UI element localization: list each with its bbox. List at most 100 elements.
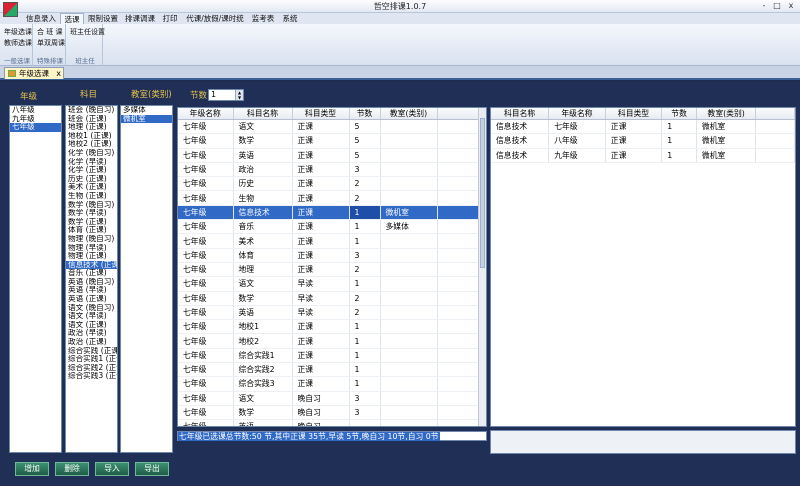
table-cell[interactable]: 七年级 (178, 376, 234, 392)
table-cell[interactable]: 正课 (292, 362, 350, 378)
table-cell[interactable] (380, 291, 438, 306)
table-cell[interactable]: 英语 (233, 148, 293, 163)
table-row[interactable]: 七年级 综合实践3 正课 1 (178, 376, 481, 392)
combined-class-button[interactable]: 合 班 课 (37, 27, 62, 37)
table-cell[interactable]: 1 (349, 376, 381, 392)
column-header[interactable]: 科目类型 (605, 108, 663, 120)
table-cell[interactable]: 晚自习 (292, 405, 350, 421)
menu-restrictions[interactable]: 限制设置 (86, 13, 120, 24)
subject-list-item[interactable]: 物理 (正课) (66, 252, 117, 261)
table-cell[interactable]: 正课 (605, 133, 663, 149)
table-cell[interactable]: 综合实践2 (233, 362, 293, 378)
subject-list[interactable]: 班会 (晚自习) 班会 (正课) 地理 (正课) 地校1 (正课) 地校2 (正课) 化学… (65, 105, 118, 453)
room-list-item[interactable]: 多媒体 (121, 106, 172, 115)
table-cell[interactable]: 1 (349, 219, 381, 235)
table-cell[interactable]: 2 (349, 176, 381, 192)
export-button[interactable]: 导出 (135, 462, 169, 476)
table-cell[interactable]: 正课 (292, 319, 350, 335)
subject-list-item[interactable]: 体育 (正课) (66, 226, 117, 235)
table-cell[interactable]: 3 (349, 162, 381, 178)
subject-list-item[interactable]: 化学 (早读) (66, 158, 117, 167)
subject-list-item[interactable]: 班会 (晚自习) (66, 106, 117, 115)
column-header[interactable]: 教室(类别) (380, 108, 438, 120)
menu-course-selection[interactable]: 选课 (60, 13, 84, 24)
table-row[interactable]: 七年级 英语 正课 5 (178, 148, 481, 163)
table-cell[interactable]: 早读 (292, 291, 350, 306)
column-header[interactable]: 年级名称 (178, 108, 234, 120)
table-cell[interactable]: 2 (349, 305, 381, 321)
table-row[interactable]: 七年级 数学 正课 5 (178, 133, 481, 149)
table-row[interactable]: 七年级 政治 正课 3 (178, 162, 481, 178)
subject-list-item[interactable]: 综合实践 (正课) (66, 347, 117, 356)
table-cell[interactable]: 1 (349, 276, 381, 292)
grade-list[interactable]: 八年级 九年级 七年级 (9, 105, 62, 453)
table-cell[interactable] (380, 333, 438, 349)
subject-list-item[interactable]: 历史 (正课) (66, 175, 117, 184)
table-row[interactable]: 七年级 音乐 正课 1 多媒体 (178, 219, 481, 235)
table-cell[interactable]: 多媒体 (380, 219, 438, 235)
table-cell[interactable]: 七年级 (178, 248, 234, 263)
table-cell[interactable]: 地理 (233, 262, 293, 278)
table-cell[interactable]: 综合实践3 (233, 376, 293, 392)
table-cell[interactable]: 正课 (292, 248, 350, 263)
close-button[interactable]: x (785, 1, 797, 11)
table-cell[interactable]: 七年级 (178, 262, 234, 278)
table-cell[interactable]: 微机室 (696, 148, 757, 163)
subject-list-item[interactable]: 语文 (晚自习) (66, 304, 117, 313)
odd-even-week-button[interactable]: 单双周课 (37, 38, 65, 48)
menu-invigilation[interactable]: 监考表 (250, 13, 276, 24)
table-cell[interactable]: 七年级 (178, 162, 234, 178)
table-cell[interactable]: 历史 (233, 176, 293, 192)
table-cell[interactable]: 七年级 (178, 319, 234, 335)
stepper-down-icon[interactable]: ▼ (235, 95, 243, 100)
subject-list-item[interactable]: 地校1 (正课) (66, 132, 117, 141)
table-cell[interactable]: 3 (349, 248, 381, 263)
table-row[interactable]: 七年级 数学 晚自习 3 (178, 405, 481, 421)
menu-info-entry[interactable]: 信息录入 (24, 13, 58, 24)
table-cell[interactable]: 正课 (292, 205, 350, 221)
table-cell[interactable]: 数学 (233, 291, 293, 306)
table-cell[interactable]: 信息技术 (233, 205, 293, 221)
table-cell[interactable]: 微机室 (696, 133, 757, 149)
table-row[interactable]: 七年级 语文 早读 1 (178, 276, 481, 292)
table-row[interactable]: 七年级 地校2 正课 1 (178, 333, 481, 349)
add-button[interactable]: 增加 (15, 462, 49, 476)
table-cell[interactable]: 七年级 (178, 219, 234, 235)
table-row[interactable]: 七年级 综合实践2 正课 1 (178, 362, 481, 378)
table-cell[interactable]: 语文 (233, 119, 293, 135)
table-cell[interactable]: 正课 (292, 376, 350, 392)
table-cell[interactable]: 1 (349, 319, 381, 335)
table-cell[interactable]: 正课 (292, 233, 350, 249)
column-header[interactable]: 年级名称 (548, 108, 606, 120)
teacher-selection-button[interactable]: 教师选课 (4, 38, 32, 48)
table-cell[interactable]: 正课 (605, 119, 663, 135)
table-cell[interactable] (380, 233, 438, 249)
subject-list-item[interactable]: 物理 (晚自习) (66, 235, 117, 244)
table-row[interactable]: 信息技术 八年级 正课 1 微机室 (491, 133, 795, 149)
table-cell[interactable]: 七年级 (178, 305, 234, 321)
table-cell[interactable] (380, 276, 438, 292)
table-row[interactable]: 七年级 美术 正课 1 (178, 233, 481, 249)
subject-list-item[interactable]: 物理 (早读) (66, 244, 117, 253)
room-list-item[interactable]: 微机室 (121, 114, 172, 124)
table-row[interactable]: 七年级 生物 正课 2 (178, 190, 481, 206)
delete-button[interactable]: 删除 (55, 462, 89, 476)
table-row[interactable]: 信息技术 七年级 正课 1 微机室 (491, 119, 795, 135)
table-cell[interactable]: 早读 (292, 305, 350, 321)
table-cell[interactable]: 音乐 (233, 219, 293, 235)
table-cell[interactable]: 数学 (233, 133, 293, 149)
table-cell[interactable] (380, 419, 438, 426)
table-cell[interactable]: 七年级 (178, 190, 234, 206)
subject-list-item[interactable]: 生物 (正课) (66, 192, 117, 201)
table-row[interactable]: 七年级 数学 早读 2 (178, 291, 481, 306)
table-cell[interactable]: 5 (349, 119, 381, 135)
table-cell[interactable]: 七年级 (178, 276, 234, 292)
table-cell[interactable]: 5 (349, 148, 381, 163)
table-cell[interactable] (380, 162, 438, 178)
table-cell[interactable]: 七年级 (178, 205, 234, 221)
table-cell[interactable]: 语文 (233, 391, 293, 406)
subject-list-item[interactable]: 英语 (晚自习) (66, 278, 117, 287)
table-cell[interactable]: 生物 (233, 190, 293, 206)
table-cell[interactable]: 2 (349, 190, 381, 206)
table-cell[interactable] (380, 405, 438, 421)
